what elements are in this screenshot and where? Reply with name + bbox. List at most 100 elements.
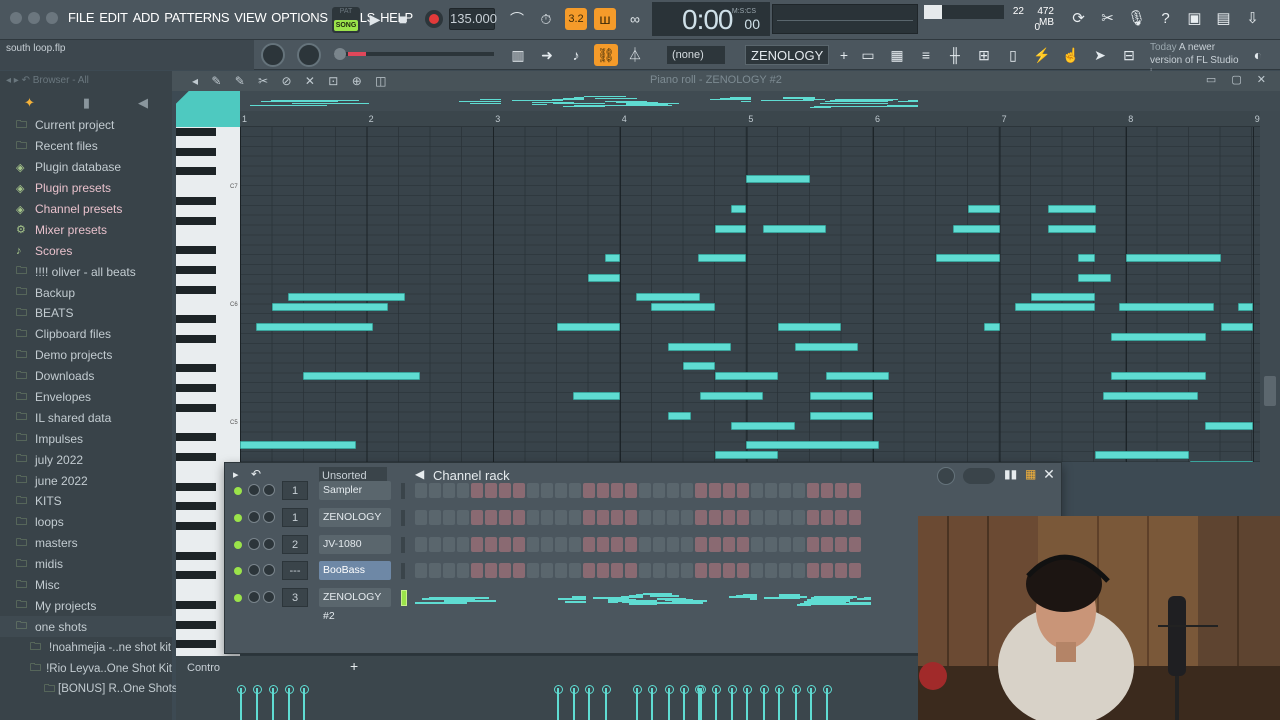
step-button[interactable] [681,483,693,498]
channel-mute-led[interactable] [234,513,242,522]
menu-item-add[interactable]: ADD [133,10,160,25]
step-button[interactable] [835,563,847,579]
channel-select-indicator[interactable] [401,590,407,607]
step-button[interactable] [653,536,665,552]
step-button[interactable] [527,509,539,525]
note[interactable] [1047,224,1096,233]
black-key[interactable] [176,167,216,176]
channel-volume-knob[interactable] [263,510,275,523]
note[interactable] [746,175,810,184]
cut-icon[interactable]: ✂ [1093,6,1122,32]
step-button[interactable] [849,536,861,552]
velocity-bar[interactable] [760,685,769,720]
note[interactable] [288,293,405,302]
velocity-bar[interactable] [728,685,737,720]
step-button[interactable] [443,509,455,525]
add-icon[interactable]: + [832,44,856,66]
download-icon[interactable]: ⇩ [1238,6,1267,32]
step-button[interactable] [821,509,833,525]
browser-item[interactable]: 🗀 june 2022 [0,470,172,491]
step-button[interactable] [681,536,693,552]
step-button[interactable] [569,483,581,498]
step-button[interactable] [499,563,511,579]
browser-item[interactable]: 🗀 loops [0,512,172,533]
browser-item[interactable]: 🗀 Recent files [0,136,172,157]
step-button[interactable] [751,563,763,579]
channel-select-indicator[interactable] [401,563,405,580]
playlist-icon[interactable]: ▭ [856,44,880,66]
piano-roll-window-buttons[interactable]: ▭ ▢ ✕ [1206,73,1272,86]
note[interactable] [572,391,620,400]
browser-item[interactable]: 🗀 midis [0,554,172,575]
step-button[interactable] [513,509,525,525]
step-button[interactable] [695,536,707,552]
step-button[interactable] [779,536,791,552]
step-button[interactable] [695,563,707,579]
refresh-icon[interactable]: ⟳ [1064,6,1093,32]
step-button[interactable] [457,536,469,552]
browser-item[interactable]: 🗀 BEATS [0,303,172,324]
step-button[interactable] [653,509,665,525]
velocity-bar[interactable] [775,685,784,720]
step-button[interactable] [737,536,749,552]
note[interactable] [271,303,389,312]
piano-roll-corner[interactable] [176,91,240,127]
step-button[interactable] [849,563,861,579]
step-button[interactable] [779,509,791,525]
note[interactable] [556,323,620,331]
note[interactable] [651,303,715,312]
step-button[interactable] [625,483,637,498]
microphone-icon[interactable]: 🎙 [1122,6,1151,32]
time-ruler[interactable]: 123456789 [240,111,1260,127]
step-button[interactable] [639,509,651,525]
note[interactable] [698,254,747,263]
step-button[interactable] [737,509,749,525]
step-button[interactable] [695,483,707,498]
step-button[interactable] [751,483,763,498]
velocity-bars[interactable] [237,685,1244,720]
browser-item[interactable]: 🗀 Backup [0,282,172,303]
link-icon[interactable]: ⛓ [594,44,618,66]
step-button[interactable] [793,563,805,579]
step-button[interactable] [527,536,539,552]
note[interactable] [936,254,1000,263]
note[interactable] [1103,391,1199,400]
step-button[interactable] [541,563,553,579]
step-button[interactable] [471,483,483,498]
black-key[interactable] [176,640,216,649]
step-button[interactable] [429,483,441,498]
step-button[interactable] [499,536,511,552]
step-button[interactable] [513,536,525,552]
step-button[interactable] [625,509,637,525]
step-button[interactable] [793,483,805,498]
note[interactable] [1047,204,1096,213]
step-button[interactable] [709,563,721,579]
browser-item[interactable]: 🗀 !!!! oliver - all beats [0,261,172,282]
black-key[interactable] [176,551,216,560]
channel-name-button[interactable]: BooBass [319,561,391,581]
velocity-bar[interactable] [665,685,674,720]
control-lane[interactable]: Contro + [176,656,1244,720]
step-button[interactable] [751,509,763,525]
channel-mute-led[interactable] [234,487,242,495]
black-key[interactable] [176,285,216,294]
step-button[interactable] [667,483,679,498]
note[interactable] [1078,254,1095,263]
scroll-thumb[interactable] [1264,376,1276,406]
note[interactable] [1189,460,1253,462]
velocity-bar[interactable] [712,685,721,720]
save-icon[interactable]: ▣ [1180,6,1209,32]
help-icon[interactable]: ? [1151,6,1180,32]
black-key[interactable] [176,128,216,136]
note[interactable] [1204,421,1253,430]
step-button[interactable] [443,483,455,498]
step-button[interactable] [569,563,581,579]
time-display[interactable]: 0:00 M:S:CS 00 [652,2,770,36]
velocity-bar[interactable] [285,685,294,720]
snap-button[interactable]: 3.2 [565,8,587,30]
step-button[interactable] [597,483,609,498]
step-button[interactable] [835,509,847,525]
channel-pan-knob[interactable] [248,564,260,577]
loop-record-icon[interactable]: ∞ [624,8,646,30]
browser-item[interactable]: ♪ Scores [0,240,172,261]
